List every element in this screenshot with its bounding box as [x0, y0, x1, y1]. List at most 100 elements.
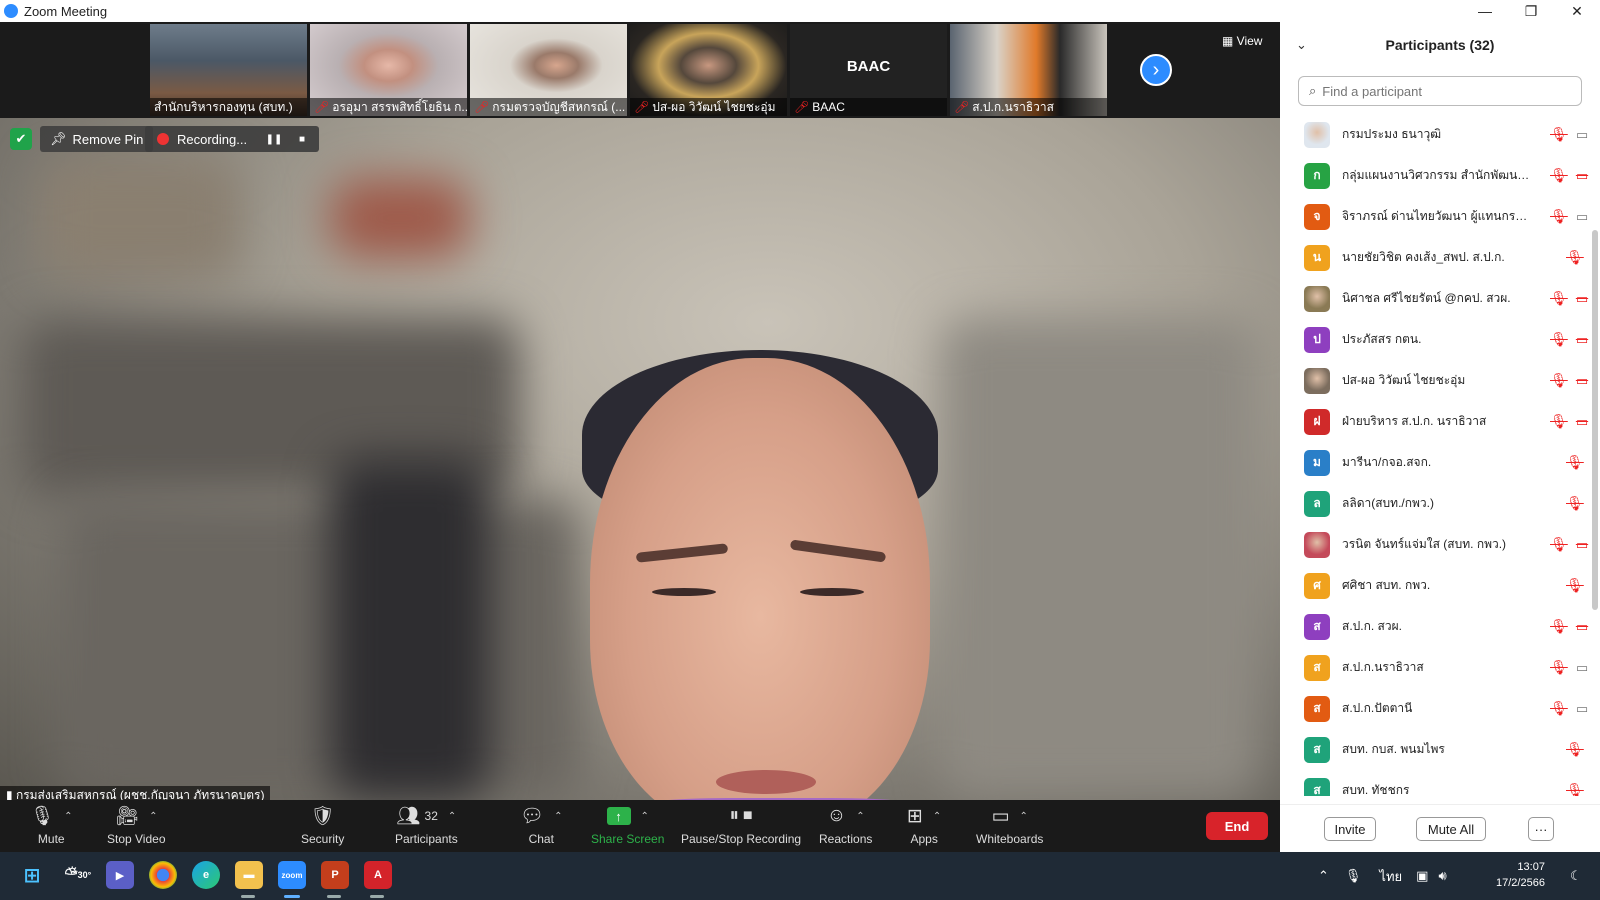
- share-options-caret-icon[interactable]: ⌃: [641, 811, 649, 822]
- video-on-icon[interactable]: ▭: [1574, 127, 1590, 143]
- notifications-icon[interactable]: ☾: [1570, 852, 1582, 900]
- participant-row[interactable]: นิศาชล ศรีไชยรัตน์ @กคป. สวผ. 🎙︎ ▭: [1280, 278, 1590, 319]
- participant-row[interactable]: ศ ศศิชา สบท. กพว. 🎙︎: [1280, 565, 1590, 606]
- mic-off-icon[interactable]: 🎙︎: [1550, 167, 1568, 184]
- video-off-icon[interactable]: ▭: [1574, 619, 1590, 635]
- video-on-icon[interactable]: ▭: [1574, 209, 1590, 225]
- participant-row[interactable]: ส ส.ป.ก.ปัตตานี 🎙︎ ▭: [1280, 688, 1590, 729]
- mic-off-icon[interactable]: 🎙︎: [1550, 413, 1568, 430]
- share-screen-button[interactable]: ↑ ⌃ Share Screen: [591, 804, 664, 846]
- network-icon[interactable]: ▣: [1416, 868, 1428, 884]
- reactions-button[interactable]: ☺︎ ⌃ Reactions: [819, 804, 872, 846]
- mic-off-icon[interactable]: 🎙︎: [1566, 577, 1584, 594]
- powerpoint-icon[interactable]: P: [321, 861, 349, 889]
- participant-row[interactable]: ม มารีนา/กจอ.สจก. 🎙︎: [1280, 442, 1590, 483]
- video-off-icon[interactable]: ▭: [1574, 537, 1590, 553]
- chat-options-caret-icon[interactable]: ⌃: [554, 811, 562, 822]
- thumbnail-tile[interactable]: BAAC 🎤︎ BAAC: [790, 24, 947, 116]
- stop-video-button[interactable]: 🎥︎ ⌃ Stop Video: [107, 804, 166, 846]
- participant-row[interactable]: ฝ ฝ่ายบริหาร ส.ป.ก. นราธิวาส 🎙︎ ▭: [1280, 401, 1590, 442]
- acrobat-icon[interactable]: A: [364, 861, 392, 889]
- video-off-icon[interactable]: ▭: [1574, 414, 1590, 430]
- close-button[interactable]: ✕: [1554, 0, 1600, 22]
- mic-off-icon[interactable]: 🎙︎: [1566, 741, 1584, 758]
- whiteboards-button[interactable]: ▭ ⌃ Whiteboards: [976, 804, 1043, 847]
- show-hidden-icons-caret-icon[interactable]: ⌃: [1318, 868, 1329, 884]
- video-off-icon[interactable]: ▭: [1574, 332, 1590, 348]
- participant-row[interactable]: ส สบท. ทัชชกร 🎙︎: [1280, 770, 1590, 796]
- participant-row[interactable]: ส ส.ป.ก.นราธิวาส 🎙︎ ▭: [1280, 647, 1590, 688]
- participant-search-input[interactable]: [1322, 83, 1563, 99]
- pause-stop-recording-button[interactable]: ⏸︎ ⏹︎ Pause/Stop Recording: [681, 804, 801, 846]
- participant-row[interactable]: น นายชัยวิชิต คงเส้ง_สพป. ส.ป.ก. 🎙︎: [1280, 237, 1590, 278]
- video-off-icon[interactable]: ▭: [1574, 373, 1590, 389]
- mic-off-icon[interactable]: 🎙︎: [1550, 536, 1568, 553]
- thumbnail-tile[interactable]: สำนักบริหารกองทุน (สบท.): [150, 24, 307, 116]
- teams-chat-icon[interactable]: ▶: [106, 861, 134, 889]
- mic-off-icon[interactable]: 🎙︎: [1550, 372, 1568, 389]
- next-page-button[interactable]: ›: [1140, 54, 1172, 86]
- apps-options-caret-icon[interactable]: ⌃: [933, 811, 941, 822]
- invite-button[interactable]: Invite: [1324, 817, 1376, 841]
- thumbnail-tile[interactable]: 🎤︎ ปส-ผอ วิวัฒน์ ไชยชะอุ่ม: [630, 24, 787, 116]
- security-button[interactable]: 🛡︎ Security: [301, 804, 344, 846]
- end-meeting-button[interactable]: End: [1206, 812, 1268, 840]
- more-options-button[interactable]: ···: [1528, 817, 1554, 841]
- participant-row[interactable]: จ จิราภรณ์ ด่านไทยวัฒนา ผู้แทนกรมบั... 🎙︎ ▭: [1280, 196, 1590, 237]
- encryption-shield-icon[interactable]: ✔: [10, 128, 32, 150]
- minimize-button[interactable]: —: [1462, 0, 1508, 22]
- mic-off-icon[interactable]: 🎙︎: [1550, 126, 1568, 143]
- mic-off-icon[interactable]: 🎙︎: [1550, 208, 1568, 225]
- windows-start-icon[interactable]: ⊞: [18, 861, 46, 889]
- volume-icon[interactable]: 🔊︎: [1438, 868, 1446, 884]
- participants-button[interactable]: 👥︎ 32 ⌃ Participants: [395, 804, 458, 846]
- zoom-app-icon[interactable]: zoom: [278, 861, 306, 889]
- video-on-icon[interactable]: ▭: [1574, 701, 1590, 717]
- participants-options-caret-icon[interactable]: ⌃: [448, 811, 456, 822]
- mic-off-icon[interactable]: 🎙︎: [1566, 454, 1584, 471]
- thumbnail-tile[interactable]: 🎤︎ อรอุมา สรรพสิทธิ์โยธิน ก...: [310, 24, 467, 116]
- chrome-icon[interactable]: [149, 861, 177, 889]
- mic-off-icon[interactable]: 🎙︎: [1550, 290, 1568, 307]
- stop-recording-icon[interactable]: ■: [295, 132, 309, 146]
- file-explorer-icon[interactable]: ▬: [235, 861, 263, 889]
- participant-row[interactable]: ป ประภัสสร กตน. 🎙︎ ▭: [1280, 319, 1590, 360]
- mic-off-icon[interactable]: 🎙︎: [1550, 331, 1568, 348]
- video-off-icon[interactable]: ▭: [1574, 291, 1590, 307]
- participant-row[interactable]: ก กลุ่มแผนงานวิศวกรรม สำนักพัฒนาพื้... 🎙︎ ▭: [1280, 155, 1590, 196]
- weather-icon[interactable]: ⛅︎ 30°: [64, 861, 92, 889]
- mute-button[interactable]: 🎙︎ ⌃ Mute: [30, 804, 73, 846]
- participant-search[interactable]: ⌕: [1298, 76, 1582, 106]
- mic-off-icon[interactable]: 🎙︎: [1550, 700, 1568, 717]
- reactions-options-caret-icon[interactable]: ⌃: [856, 811, 864, 822]
- mic-off-icon[interactable]: 🎙︎: [1550, 659, 1568, 676]
- remove-pin-button[interactable]: 📌︎ Remove Pin: [40, 126, 154, 152]
- input-language-indicator[interactable]: ไทย: [1379, 866, 1402, 887]
- whiteboard-options-caret-icon[interactable]: ⌃: [1019, 811, 1027, 822]
- participant-row[interactable]: ปส-ผอ วิวัฒน์ ไชยชะอุ่ม 🎙︎ ▭: [1280, 360, 1590, 401]
- video-on-icon[interactable]: ▭: [1574, 660, 1590, 676]
- maximize-button[interactable]: ❐: [1508, 0, 1554, 22]
- taskbar-clock[interactable]: 13:07 17/2/2566: [1496, 859, 1545, 891]
- mute-options-caret-icon[interactable]: ⌃: [64, 811, 72, 822]
- mic-off-icon[interactable]: 🎙︎: [1566, 495, 1584, 512]
- collapse-chevron-icon[interactable]: ⌄: [1296, 37, 1307, 53]
- participant-row[interactable]: ล ลลิดา(สบท./กพว.) 🎙︎: [1280, 483, 1590, 524]
- video-options-caret-icon[interactable]: ⌃: [149, 811, 157, 822]
- tray-microphone-icon[interactable]: 🎙︎: [1345, 868, 1362, 884]
- participant-row[interactable]: ส สบท. กบส. พนมไพร 🎙︎: [1280, 729, 1590, 770]
- video-off-icon[interactable]: ▭: [1574, 168, 1590, 184]
- view-button[interactable]: ▦ View: [1222, 34, 1262, 48]
- participant-row[interactable]: ส ส.ป.ก. สวผ. 🎙︎ ▭: [1280, 606, 1590, 647]
- participant-row[interactable]: กรมประมง ธนาวุฒิ 🎙︎ ▭: [1280, 114, 1590, 155]
- edge-icon[interactable]: e: [192, 861, 220, 889]
- chat-button[interactable]: 💬︎ ⌃ Chat: [520, 804, 563, 846]
- mic-off-icon[interactable]: 🎙︎: [1566, 782, 1584, 796]
- mic-off-icon[interactable]: 🎙︎: [1566, 249, 1584, 266]
- thumbnail-tile[interactable]: 🎤︎ กรมตรวจบัญชีสหกรณ์ (...: [470, 24, 627, 116]
- participant-list-scrollbar[interactable]: [1592, 230, 1598, 610]
- mute-all-button[interactable]: Mute All: [1416, 817, 1486, 841]
- thumbnail-tile[interactable]: 🎤︎ ส.ป.ก.นราธิวาส: [950, 24, 1107, 116]
- pause-recording-icon[interactable]: ❚❚: [266, 132, 283, 146]
- apps-button[interactable]: ⊞ ⌃ Apps: [907, 804, 941, 847]
